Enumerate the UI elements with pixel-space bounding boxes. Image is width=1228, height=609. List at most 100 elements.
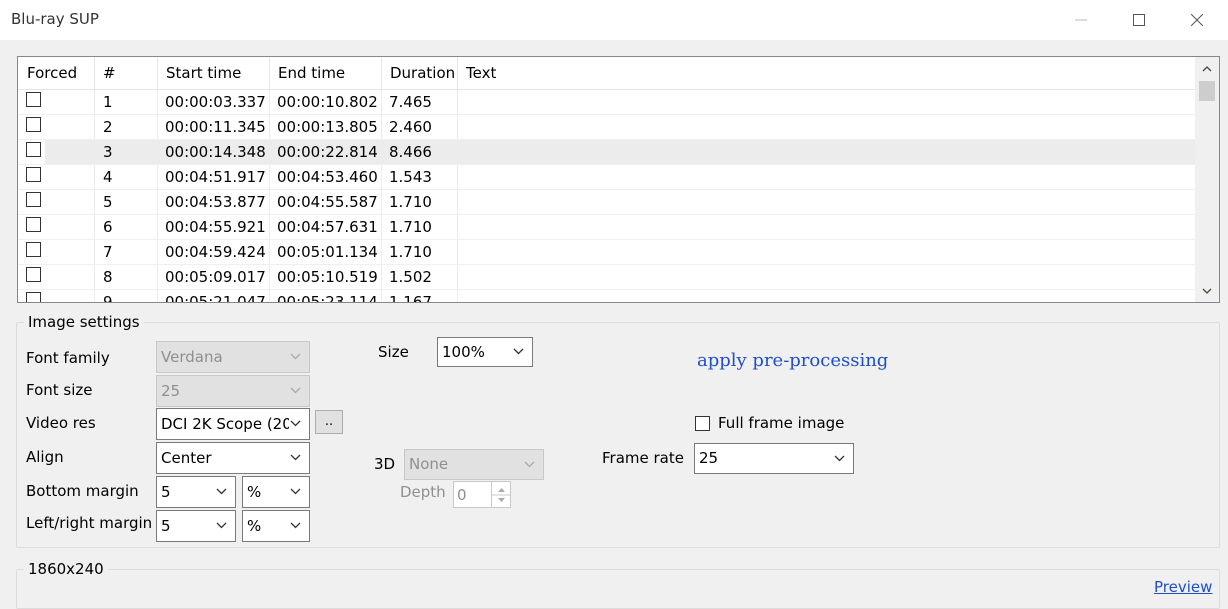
- font-size-select[interactable]: 25: [156, 375, 310, 407]
- video-res-select[interactable]: DCI 2K Scope (20: [156, 408, 310, 440]
- row-number: 8: [103, 268, 113, 286]
- row-number: 1: [103, 93, 113, 111]
- forced-checkbox[interactable]: [26, 267, 41, 282]
- align-label: Align: [26, 448, 64, 466]
- depth-spinner[interactable]: 0: [453, 481, 511, 508]
- title-bar: Blu-ray SUP: [0, 0, 1228, 40]
- table-row[interactable]: 4 00:04:51.917 00:04:53.460 1.543: [18, 165, 1196, 190]
- preview-group: [16, 569, 1220, 609]
- forced-checkbox[interactable]: [26, 242, 41, 257]
- table-row[interactable]: 7 00:04:59.424 00:05:01.134 1.710: [18, 240, 1196, 265]
- forced-checkbox[interactable]: [26, 142, 41, 157]
- column-header-forced[interactable]: Forced: [18, 57, 95, 90]
- column-header-end-time[interactable]: End time: [270, 57, 382, 90]
- duration: 1.543: [389, 168, 432, 186]
- bottom-margin-unit-select[interactable]: %: [242, 476, 310, 508]
- row-number: 6: [103, 218, 113, 236]
- duration: 1.710: [389, 193, 432, 211]
- size-label: Size: [378, 343, 409, 361]
- table-row[interactable]: 3 00:00:14.348 00:00:22.814 8.466: [18, 140, 1196, 165]
- maximize-button[interactable]: [1110, 0, 1168, 40]
- 3d-select[interactable]: None: [404, 449, 544, 480]
- row-number: 3: [103, 143, 113, 161]
- end-time: 00:05:01.134: [277, 243, 378, 261]
- column-header-start-time[interactable]: Start time: [158, 57, 270, 90]
- full-frame-label[interactable]: Full frame image: [718, 414, 844, 432]
- frame-rate-select[interactable]: 25: [694, 443, 854, 474]
- table-row[interactable]: 8 00:05:09.017 00:05:10.519 1.502: [18, 265, 1196, 290]
- start-time: 00:04:59.424: [165, 243, 266, 261]
- chevron-down-icon: [290, 488, 301, 495]
- end-time: 00:04:57.631: [277, 218, 378, 236]
- align-select[interactable]: Center: [156, 442, 310, 474]
- depth-spin-buttons[interactable]: [491, 482, 511, 508]
- window-title: Blu-ray SUP: [11, 10, 99, 28]
- table-scrollbar[interactable]: [1195, 57, 1219, 302]
- table-header: Forced # Start time End time Duration Te…: [18, 57, 1196, 90]
- left-right-margin-select[interactable]: 5: [156, 510, 236, 542]
- preview-link[interactable]: Preview: [1154, 578, 1212, 596]
- start-time: 00:04:55.921: [165, 218, 266, 236]
- start-time: 00:05:09.017: [165, 268, 266, 286]
- forced-checkbox[interactable]: [26, 117, 41, 132]
- duration: 1.710: [389, 218, 432, 236]
- table-row[interactable]: 5 00:04:53.877 00:04:55.587 1.710: [18, 190, 1196, 215]
- left-right-margin-unit-select[interactable]: %: [242, 510, 310, 542]
- font-size-label: Font size: [26, 381, 93, 399]
- duration: 8.466: [389, 143, 432, 161]
- depth-label: Depth: [400, 483, 446, 501]
- table-row[interactable]: 2 00:00:11.345 00:00:13.805 2.460: [18, 115, 1196, 140]
- duration: 2.460: [389, 118, 432, 136]
- font-family-select[interactable]: Verdana: [156, 341, 310, 373]
- font-family-label: Font family: [26, 349, 110, 367]
- table-row[interactable]: 6 00:04:55.921 00:04:57.631 1.710: [18, 215, 1196, 240]
- chevron-down-icon: [290, 387, 301, 394]
- scroll-thumb[interactable]: [1199, 81, 1215, 101]
- duration: 1.502: [389, 268, 432, 286]
- end-time: 00:05:10.519: [277, 268, 378, 286]
- chevron-down-icon: [513, 348, 524, 355]
- close-icon: [1191, 14, 1203, 26]
- bottom-margin-select[interactable]: 5: [156, 476, 236, 508]
- preview-size-label: 1860x240: [24, 560, 108, 578]
- start-time: 00:04:53.877: [165, 193, 266, 211]
- end-time: 00:00:22.814: [277, 143, 378, 161]
- forced-checkbox[interactable]: [26, 192, 41, 207]
- 3d-label: 3D: [374, 455, 396, 473]
- chevron-down-icon: [834, 455, 845, 462]
- row-number: 7: [103, 243, 113, 261]
- spin-arrows-icon: [492, 488, 511, 502]
- scroll-down-button[interactable]: [1195, 281, 1219, 301]
- column-header-text[interactable]: Text: [458, 57, 1196, 90]
- end-time: 00:00:10.802: [277, 93, 378, 111]
- chevron-down-icon: [290, 420, 301, 427]
- chevron-down-icon: [1202, 288, 1212, 294]
- duration: 1.710: [389, 243, 432, 261]
- subtitle-table[interactable]: Forced # Start time End time Duration Te…: [17, 56, 1220, 303]
- minimize-icon: [1075, 19, 1087, 21]
- forced-checkbox[interactable]: [26, 167, 41, 182]
- apply-preprocessing-link[interactable]: apply pre-processing: [697, 350, 888, 371]
- row-number: 9: [103, 293, 113, 303]
- forced-checkbox[interactable]: [26, 217, 41, 232]
- start-time: 00:04:51.917: [165, 168, 266, 186]
- video-res-custom-button[interactable]: ..: [315, 410, 343, 434]
- minimize-button[interactable]: [1052, 0, 1110, 40]
- full-frame-checkbox[interactable]: [695, 416, 710, 431]
- scroll-up-button[interactable]: [1195, 59, 1219, 79]
- column-header-number[interactable]: #: [95, 57, 158, 90]
- chevron-down-icon: [290, 522, 301, 529]
- close-button[interactable]: [1168, 0, 1226, 40]
- end-time: 00:04:53.460: [277, 168, 378, 186]
- size-select[interactable]: 100%: [437, 337, 533, 367]
- forced-checkbox[interactable]: [26, 292, 41, 302]
- table-row[interactable]: 9 00:05:21.047 00:05:23.114 1.167: [18, 290, 1196, 303]
- column-header-duration[interactable]: Duration: [382, 57, 458, 90]
- chevron-down-icon: [524, 461, 535, 468]
- video-res-label: Video res: [26, 414, 96, 432]
- end-time: 00:04:55.587: [277, 193, 378, 211]
- table-row[interactable]: 1 00:00:03.337 00:00:10.802 7.465: [18, 90, 1196, 115]
- duration: 7.465: [389, 93, 432, 111]
- chevron-down-icon: [290, 454, 301, 461]
- forced-checkbox[interactable]: [26, 92, 41, 107]
